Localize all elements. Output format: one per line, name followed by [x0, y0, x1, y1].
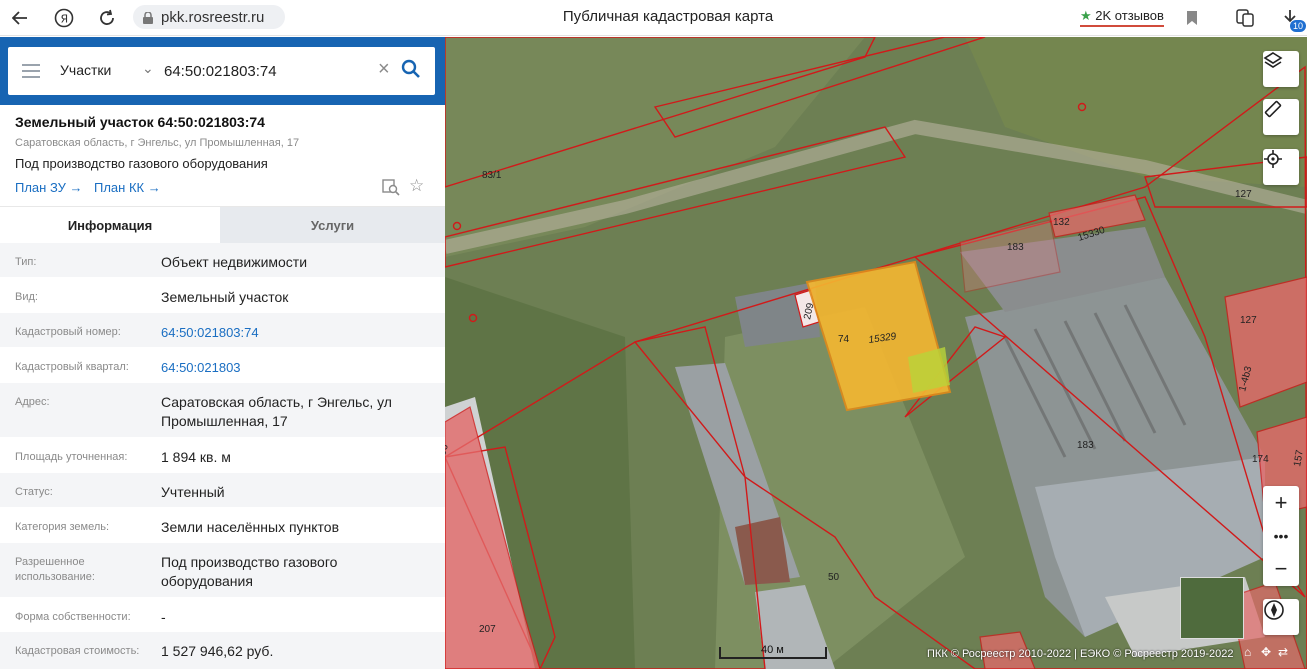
browser-toolbar: Я pkk.rosreestr.ru Публичная кадастровая… — [0, 0, 1307, 36]
plot-label: 132 — [1053, 217, 1070, 228]
plot-label: 207 — [479, 624, 496, 635]
zoom-out-button[interactable]: − — [1263, 552, 1299, 585]
object-purpose: Под производство газового оборудования — [15, 156, 268, 171]
info-label: Вид: — [15, 291, 38, 303]
reviews-text: 2K отзывов — [1095, 8, 1164, 23]
share-icon[interactable]: ⇄ — [1278, 645, 1288, 659]
star-icon: ★ — [1080, 8, 1092, 23]
object-title: Земельный участок 64:50:021803:74 — [15, 114, 265, 130]
downloads-badge: 10 — [1290, 20, 1307, 32]
compass-button[interactable] — [1263, 599, 1299, 635]
info-value: Учтенный — [161, 484, 225, 500]
map-copyright: ПКК © Росреестр 2010-2022 | ЕЭКО © Росре… — [927, 648, 1234, 660]
info-table: Тип: Объект недвижимости Вид: Земельный уч… — [0, 243, 445, 669]
info-row-ownership: Форма собственности: - — [0, 598, 445, 632]
search-icon[interactable] — [401, 59, 423, 81]
zoom-in-button[interactable]: + — [1263, 486, 1299, 519]
home-icon[interactable]: ⌂ — [1244, 645, 1251, 659]
info-value: Земельный участок — [161, 289, 289, 305]
map-canvas: 83/1 127 127 132 15330 183 183 209 74 15… — [445, 37, 1307, 669]
url-text: pkk.rosreestr.ru — [161, 8, 265, 26]
info-label: Кадастровая стоимость: — [15, 645, 140, 657]
back-arrow-icon[interactable] — [8, 6, 32, 30]
layers-icon — [1263, 52, 1283, 68]
plan-kk-link[interactable]: План КК → — [94, 180, 161, 195]
info-value: 1 894 кв. м — [161, 449, 231, 465]
info-row-status: Статус: Учтенный — [0, 473, 445, 508]
page-title: Публичная кадастровая карта — [562, 8, 774, 25]
tab-information[interactable]: Информация — [0, 207, 220, 244]
info-row-cadastral-value: Кадастровая стоимость: 1 527 946,62 руб. — [0, 632, 445, 669]
cadastral-number-link[interactable]: 64:50:021803:74 — [161, 323, 431, 342]
zoom-controls: + ••• − — [1263, 486, 1299, 586]
plot-label: 183 — [1077, 440, 1094, 451]
info-row-area: Площадь уточненная: 1 894 кв. м — [0, 438, 445, 473]
info-value: 1 527 946,62 руб. — [161, 643, 274, 659]
translate-icon[interactable] — [1233, 6, 1257, 30]
cadastral-quarter-link[interactable]: 64:50:021803 — [161, 358, 431, 377]
info-value: - — [161, 609, 166, 625]
search-type-select[interactable]: Участки — [60, 62, 111, 78]
locate-button[interactable] — [1263, 149, 1299, 185]
info-label: Кадастровый номер: — [15, 326, 121, 338]
plot-label: 127 — [1235, 189, 1252, 200]
reviews-link[interactable]: ★ 2K отзывов — [1080, 8, 1164, 27]
measure-button[interactable] — [1263, 99, 1299, 135]
find-on-map-icon[interactable] — [382, 178, 400, 196]
plot-label: 83/1 — [482, 170, 502, 181]
plot-label: 74 — [838, 334, 850, 345]
scale-label: 40 м — [761, 644, 784, 656]
plot-label: 174 — [1252, 454, 1269, 465]
ruler-icon — [1264, 100, 1282, 118]
info-row-kind: Вид: Земельный участок — [0, 278, 445, 313]
clear-icon[interactable]: × — [378, 58, 390, 81]
settings-icon[interactable]: ✥ — [1261, 645, 1271, 659]
info-label: Разрешенное использование: — [15, 556, 95, 583]
menu-icon[interactable] — [22, 64, 40, 78]
info-label: Тип: — [15, 256, 37, 268]
map-view[interactable]: 83/1 127 127 132 15330 183 183 209 74 15… — [445, 37, 1307, 669]
search-band: Участки ⌄ × — [0, 37, 445, 105]
reload-icon[interactable] — [95, 6, 119, 30]
bookmark-icon[interactable] — [1180, 6, 1204, 30]
object-address: Саратовская область, г Энгельс, ул Промы… — [15, 137, 300, 149]
info-row-quarter: Кадастровый квартал: 64:50:021803 — [0, 348, 445, 383]
address-bar[interactable]: pkk.rosreestr.ru — [133, 5, 285, 29]
info-row-land-category: Категория земель: Земли населённых пункто… — [0, 508, 445, 543]
info-label: Форма собственности: — [15, 611, 131, 623]
layers-button[interactable] — [1263, 51, 1299, 87]
info-row-address: Адрес: Саратовская область, г Энгельс, ул… — [0, 383, 445, 438]
info-panel: Участки ⌄ × Земельный участок 64:50:0218… — [0, 37, 445, 669]
favorite-star-icon[interactable]: ☆ — [409, 176, 424, 196]
more-icon[interactable]: ••• — [1263, 519, 1299, 552]
info-label: Статус: — [15, 486, 53, 498]
info-row-permitted-use: Разрешенное использование: Под производст… — [0, 543, 445, 598]
info-label: Адрес: — [15, 396, 50, 408]
info-value: Саратовская область, г Энгельс, ул Промы… — [161, 394, 392, 429]
compass-icon — [1264, 600, 1284, 620]
lock-icon — [143, 11, 153, 24]
info-value: Под производство газового оборудования — [161, 554, 338, 589]
minimap[interactable] — [1180, 577, 1244, 639]
search-input[interactable] — [164, 59, 364, 83]
tab-services[interactable]: Услуги — [220, 207, 445, 244]
svg-text:Я: Я — [61, 13, 69, 26]
info-row-cadastral-number: Кадастровый номер: 64:50:021803:74 — [0, 313, 445, 348]
info-value: Земли населённых пунктов — [161, 519, 340, 535]
crosshair-icon — [1264, 150, 1282, 168]
plan-zu-link[interactable]: План ЗУ → — [15, 180, 83, 195]
info-label: Кадастровый квартал: — [15, 361, 129, 373]
info-value: Объект недвижимости — [161, 254, 308, 270]
yandex-logo-icon[interactable]: Я — [52, 6, 76, 30]
chevron-down-icon[interactable]: ⌄ — [142, 60, 154, 77]
info-label: Площадь уточненная: — [15, 451, 128, 463]
plot-label: 183 — [1007, 242, 1024, 253]
search-box: Участки ⌄ × — [8, 47, 435, 95]
plot-label: 127 — [1240, 315, 1257, 326]
plot-label: 50 — [828, 572, 840, 583]
info-row-type: Тип: Объект недвижимости — [0, 243, 445, 278]
info-label: Категория земель: — [15, 521, 110, 533]
tab-bar: Информация Услуги — [0, 206, 445, 244]
